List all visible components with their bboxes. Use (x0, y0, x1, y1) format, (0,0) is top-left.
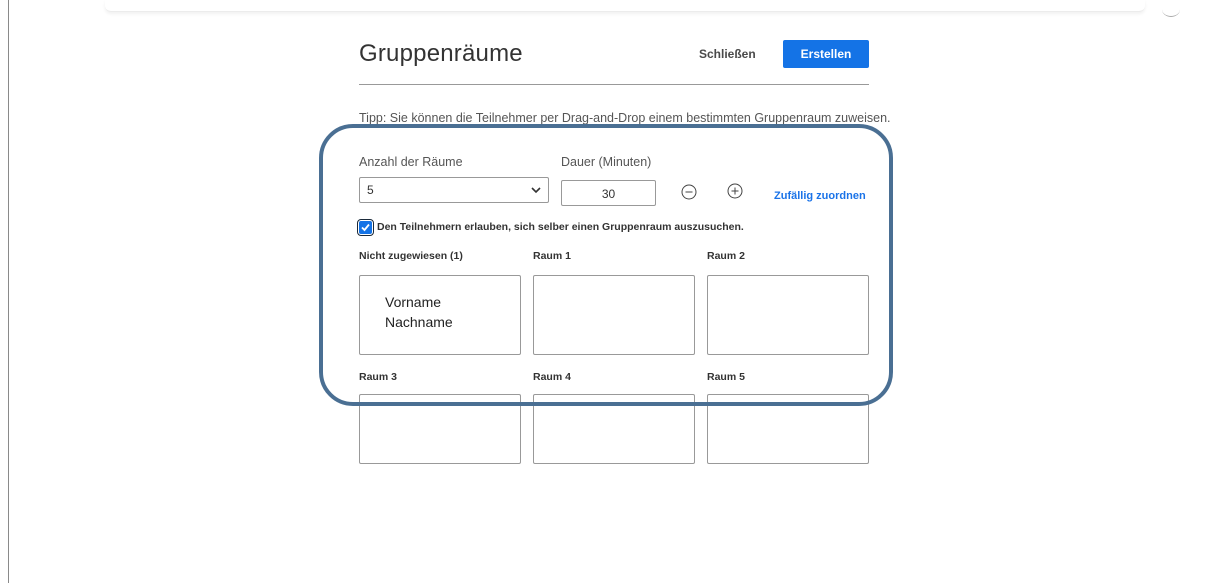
window-edge (8, 0, 9, 583)
breakout-rooms-dialog: Gruppenräume Schließen Erstellen Tipp: S… (357, 0, 891, 480)
room-label-4: Raum 4 (533, 371, 571, 383)
participant-last-name: Nachname (385, 314, 453, 330)
header-divider (359, 84, 869, 85)
participant-card[interactable]: Vorname Nachname (385, 292, 453, 332)
room-label-3: Raum 3 (359, 371, 397, 383)
rooms-count-select[interactable]: 5 (359, 177, 549, 203)
duration-label: Dauer (Minuten) (561, 155, 652, 169)
duration-value: 30 (601, 187, 616, 201)
room-dropzone-3[interactable] (359, 394, 521, 464)
plus-circle-icon[interactable] (727, 183, 743, 199)
dialog-title: Gruppenräume (359, 40, 523, 67)
chevron-down-icon (531, 187, 541, 194)
room-dropzone-2[interactable] (707, 275, 869, 355)
room-dropzone-unassigned[interactable]: Vorname Nachname (359, 275, 521, 355)
rooms-count-label: Anzahl der Räume (359, 155, 463, 169)
rooms-count-value: 5 (367, 183, 374, 197)
checkmark-icon (361, 223, 370, 232)
room-dropzone-4[interactable] (533, 394, 695, 464)
participant-first-name: Vorname (385, 294, 442, 310)
room-label-2: Raum 2 (707, 250, 745, 262)
allow-self-select-checkbox[interactable] (357, 219, 374, 236)
random-assign-link[interactable]: Zufällig zuordnen (774, 190, 866, 202)
room-dropzone-5[interactable] (707, 394, 869, 464)
room-label-1: Raum 1 (533, 250, 571, 262)
room-label-unassigned: Nicht zugewiesen (1) (359, 250, 463, 262)
create-button[interactable]: Erstellen (783, 40, 869, 68)
tip-text: Tipp: Sie können die Teilnehmer per Drag… (359, 111, 891, 125)
corner-decoration (1162, 2, 1180, 17)
room-dropzone-1[interactable] (533, 275, 695, 355)
close-button[interactable]: Schließen (699, 42, 756, 66)
allow-self-select-label: Den Teilnehmern erlauben, sich selber ei… (377, 221, 744, 233)
minus-circle-icon[interactable] (681, 184, 697, 200)
duration-input[interactable]: 30 (561, 180, 656, 206)
room-label-5: Raum 5 (707, 371, 745, 383)
